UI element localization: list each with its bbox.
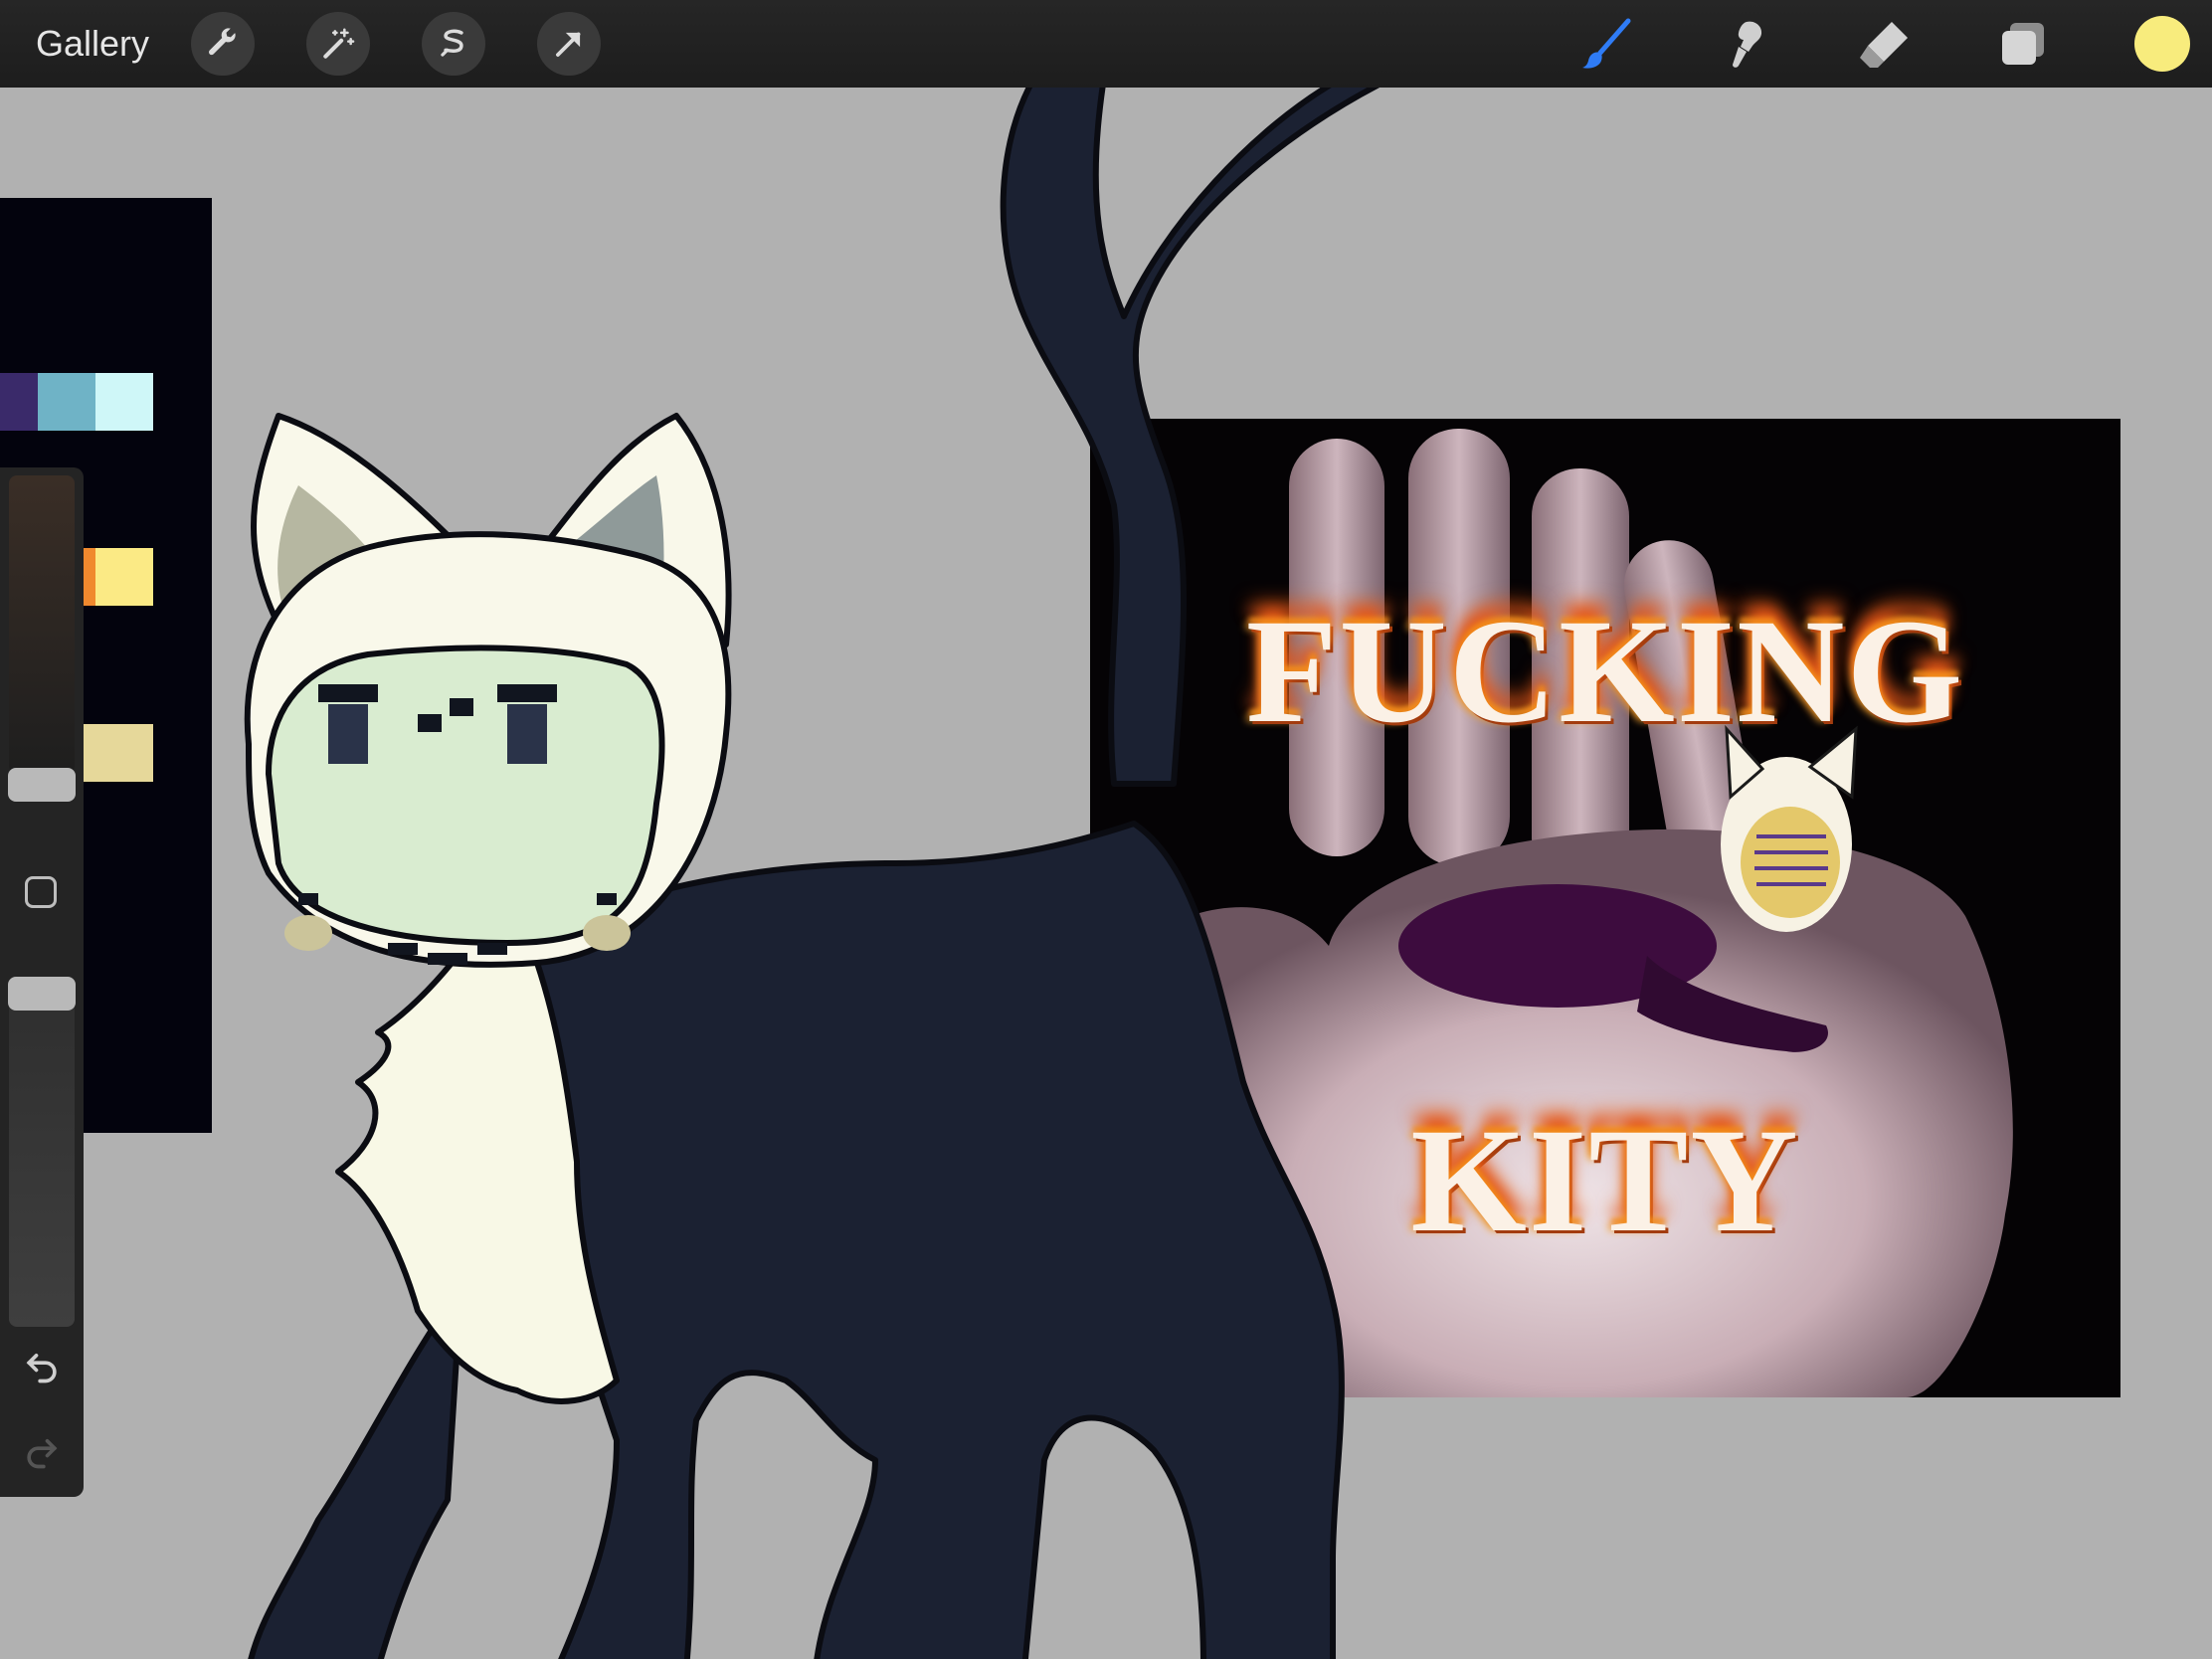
magic-wand-icon [323,28,355,59]
opacity-thumb[interactable] [8,977,76,1011]
smudge-icon [1733,21,1762,68]
swatch-pale-cyan [95,373,153,431]
top-toolbar: Gallery [0,0,2212,88]
actions-button[interactable] [191,12,255,76]
adjustments-button[interactable] [306,12,370,76]
redo-button[interactable] [20,1428,64,1472]
brush-size-slider[interactable] [9,475,75,774]
paint-button[interactable] [1577,14,1637,74]
headline-line-1: FUCKING [1245,589,1965,754]
swatch-purple [0,373,38,431]
layers-icon [2002,23,2044,65]
erase-button[interactable] [1854,14,1914,74]
brush-icon [1582,18,1631,69]
photo-reference-image: FUCKING KITY [1090,419,2120,1397]
undo-icon [26,1354,57,1383]
swatch-yellow [95,548,153,606]
opacity-slider[interactable] [9,979,75,1327]
selection-icon [441,29,463,57]
side-panel [0,467,84,1497]
selection-button[interactable] [422,12,485,76]
swatch-teal [38,373,95,431]
transform-arrow-icon [556,32,581,57]
redo-icon [27,1439,58,1469]
wrench-icon [209,28,236,56]
eraser-icon [1860,22,1908,68]
modifier-button[interactable] [25,876,57,908]
swatch-khaki [84,724,153,782]
headline-line-2: KITY [1410,1098,1800,1263]
gallery-button[interactable]: Gallery [36,0,149,88]
color-picker-button[interactable] [2134,16,2190,72]
transform-button[interactable] [537,12,601,76]
layers-button[interactable] [1993,14,2053,74]
drawing-canvas[interactable]: FUCKING KITY [0,88,2212,1659]
undo-button[interactable] [20,1343,64,1386]
brush-size-thumb[interactable] [8,768,76,802]
smudge-button[interactable] [1715,14,1774,74]
